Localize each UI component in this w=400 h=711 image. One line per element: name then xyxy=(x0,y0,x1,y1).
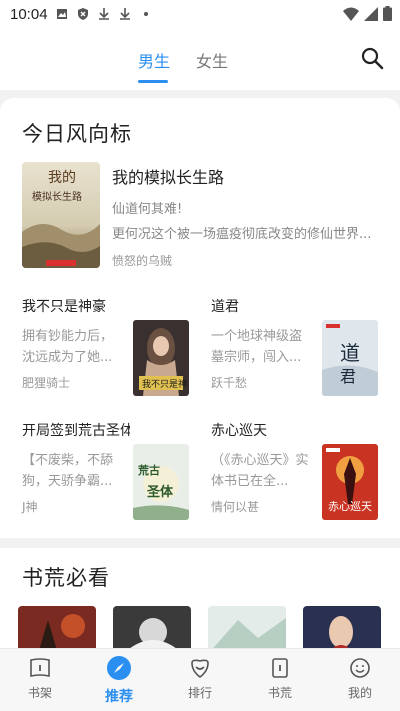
status-indicators xyxy=(343,6,392,21)
book-title: 我不只是神豪 xyxy=(22,299,106,315)
book-item[interactable]: 道君 一个地球神级盗墓宗师，闯入... 跃千愁 道 君 xyxy=(211,296,381,400)
bottom-nav-label: 推荐 xyxy=(105,689,133,705)
battery-icon xyxy=(383,6,392,21)
book-desc: 拥有钞能力后，沈远成为了她... xyxy=(22,329,114,365)
bottom-nav-recommend[interactable]: 推荐 xyxy=(89,655,149,706)
book-cover-text: 赤心巡天 xyxy=(328,500,372,513)
bottom-nav-ranking[interactable]: 排行 xyxy=(170,657,230,701)
book-drought-icon xyxy=(272,658,288,678)
book-thumbnail[interactable] xyxy=(113,606,191,654)
featured-book-cover[interactable]: 我的 模拟长生路 xyxy=(22,162,100,268)
featured-cover-title-char2: 模拟长生路 xyxy=(32,190,82,203)
book-item[interactable]: 我不只是神豪 拥有钞能力后，沈远成为了她... 肥狸骑士 我不只是神 xyxy=(22,296,192,400)
book-author: 情何以甚 xyxy=(211,500,260,514)
featured-book-author: 愤怒的乌贼 xyxy=(112,254,173,268)
section-title-must-read: 书荒必看 xyxy=(22,566,110,590)
profile-icon xyxy=(350,658,370,678)
book-title: 道君 xyxy=(211,299,239,315)
top-navigation: 男生 女生 xyxy=(0,28,400,90)
book-title: 赤心巡天 xyxy=(211,423,267,439)
book-item[interactable]: 开局签到荒古圣体 【不废柴，不舔狗，天骄争霸... J神 荒古 圣体 xyxy=(22,420,192,524)
book-cover-text: 我不只是神 xyxy=(142,378,187,390)
bottom-navigation: 书架 推荐 排行 书荒 我的 xyxy=(0,648,400,711)
featured-book-desc-line2: 更何况这个被一场瘟疫彻底改变的修仙世界... xyxy=(112,227,372,242)
book-thumbnail[interactable] xyxy=(208,606,286,654)
signal-icon xyxy=(364,6,378,21)
ranking-icon xyxy=(191,659,209,679)
bookshelf-icon xyxy=(30,658,50,677)
book-author: 肥狸骑士 xyxy=(22,376,71,390)
book-cover: 道 君 xyxy=(322,320,378,396)
book-cover-text: 荒古 xyxy=(137,463,160,477)
bottom-nav-book-drought[interactable]: 书荒 xyxy=(250,657,310,701)
tab-female[interactable]: 女生 xyxy=(196,48,228,72)
tab-male[interactable]: 男生 xyxy=(138,48,170,72)
book-thumbnail[interactable] xyxy=(18,606,96,654)
search-icon[interactable] xyxy=(360,46,384,70)
book-desc: （《赤心巡天》实体书已在全... xyxy=(211,453,309,489)
book-title: 开局签到荒古圣体 xyxy=(22,423,130,439)
svg-text:君: 君 xyxy=(340,367,356,386)
book-desc: 【不废柴，不舔狗，天骄争霸... xyxy=(22,453,114,489)
image-notification-icon xyxy=(56,9,67,19)
featured-book-title[interactable]: 我的模拟长生路 xyxy=(112,164,224,188)
bottom-nav-profile[interactable]: 我的 xyxy=(330,657,390,701)
bottom-nav-label: 书架 xyxy=(27,686,52,700)
featured-cover-title-char1: 我的 xyxy=(48,170,76,186)
book-cover-text: 道 xyxy=(340,341,360,365)
featured-book-desc-line1: 仙道何其难! xyxy=(112,202,183,217)
status-time: 10:04 xyxy=(10,5,48,23)
book-author: 跃千愁 xyxy=(211,376,248,390)
section-title-trending: 今日风向标 xyxy=(22,122,132,146)
recommend-icon xyxy=(107,656,131,680)
wifi-icon xyxy=(343,7,359,21)
book-desc: 一个地球神级盗墓宗师，闯入... xyxy=(211,329,303,365)
book-item[interactable]: 赤心巡天 （《赤心巡天》实体书已在全... 情何以甚 赤心巡天 xyxy=(211,420,381,524)
download-notification-icon-2 xyxy=(119,8,130,20)
bottom-nav-label: 我的 xyxy=(347,686,372,700)
book-author: J神 xyxy=(22,500,38,514)
more-notifications-dot-icon xyxy=(143,12,148,16)
book-cover: 荒古 圣体 xyxy=(133,444,189,520)
bottom-nav-bookshelf[interactable]: 书架 xyxy=(10,657,70,701)
active-tab-indicator xyxy=(138,80,168,83)
book-thumbnail[interactable] xyxy=(303,606,381,654)
bottom-nav-label: 书荒 xyxy=(267,686,292,700)
book-cover: 我不只是神 xyxy=(133,320,189,396)
bottom-nav-label: 排行 xyxy=(187,686,212,700)
book-cover: 赤心巡天 xyxy=(322,444,378,520)
svg-text:圣体: 圣体 xyxy=(147,484,174,500)
shield-notification-icon xyxy=(77,8,88,20)
download-notification-icon xyxy=(98,8,109,20)
status-bar: 10:04 xyxy=(0,0,400,28)
